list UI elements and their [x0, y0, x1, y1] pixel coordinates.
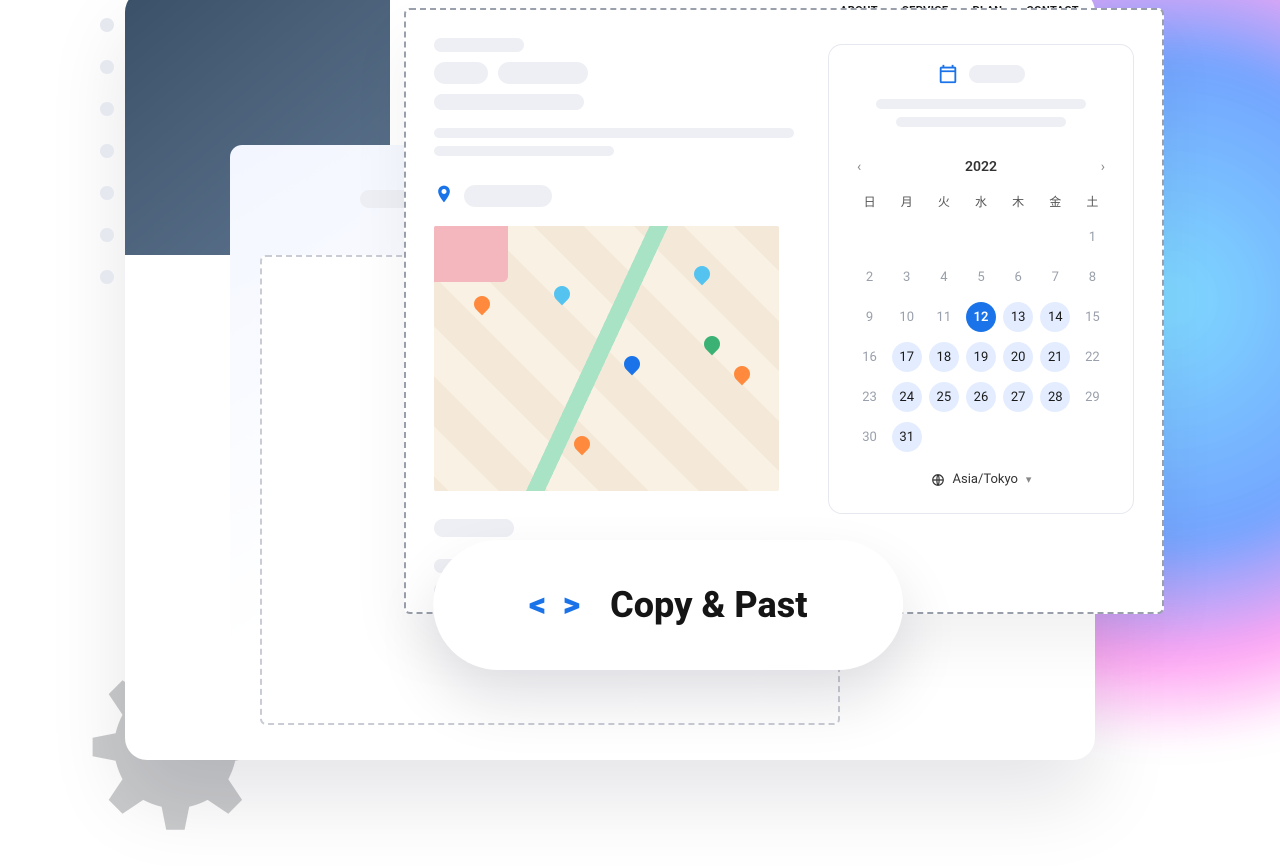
calendar-day-available[interactable]: 27 — [1000, 382, 1037, 412]
copy-paste-pill[interactable]: < > Copy & Past — [433, 540, 903, 670]
calendar-day: 6 — [1000, 262, 1037, 292]
dow-label: 金 — [1037, 193, 1074, 210]
timezone-selector[interactable]: Asia/Tokyo ▾ — [851, 472, 1111, 487]
calendar-icon — [937, 63, 959, 85]
calendar-day-available[interactable]: 24 — [888, 382, 925, 412]
calendar-day-available[interactable]: 21 — [1037, 342, 1074, 372]
tag-placeholder — [434, 62, 488, 84]
copy-paste-label: Copy & Past — [610, 584, 807, 626]
title-placeholder — [434, 38, 524, 52]
calendar-day-available[interactable]: 18 — [925, 342, 962, 372]
subtitle-placeholder — [434, 94, 584, 110]
calendar-subtitle-placeholder — [876, 99, 1086, 109]
globe-icon — [931, 473, 945, 487]
dow-label: 土 — [1074, 193, 1111, 210]
calendar-day: 2 — [851, 262, 888, 292]
dow-label: 水 — [962, 193, 999, 210]
calendar-grid: 1234567891011121314151617181920212223242… — [851, 222, 1111, 452]
calendar-day-available[interactable]: 28 — [1037, 382, 1074, 412]
calendar-day: 5 — [962, 262, 999, 292]
calendar-day-available[interactable]: 19 — [962, 342, 999, 372]
calendar-day — [1000, 222, 1037, 252]
calendar-day-of-week-row: 日月火水木金土 — [851, 193, 1111, 210]
timezone-label: Asia/Tokyo — [953, 472, 1018, 487]
dow-label: 日 — [851, 193, 888, 210]
calendar-day: 23 — [851, 382, 888, 412]
calendar-day — [962, 222, 999, 252]
calendar-day — [1037, 222, 1074, 252]
embed-card: ‹ 2022 › 日月火水木金土 12345678910111213141516… — [404, 8, 1164, 614]
calendar-day: 30 — [851, 422, 888, 452]
body-line-placeholder — [434, 128, 794, 138]
calendar-day — [925, 222, 962, 252]
dow-label: 火 — [925, 193, 962, 210]
footer-placeholder — [434, 519, 514, 537]
calendar-day-available[interactable]: 31 — [888, 422, 925, 452]
calendar-day: 8 — [1074, 262, 1111, 292]
calendar-day-available[interactable]: 17 — [888, 342, 925, 372]
calendar-day-selected[interactable]: 12 — [962, 302, 999, 332]
calendar-day-available[interactable]: 26 — [962, 382, 999, 412]
body-line-placeholder — [434, 146, 614, 156]
calendar-year-label: 2022 — [965, 159, 997, 175]
tag-placeholder — [498, 62, 588, 84]
calendar-day-available[interactable]: 13 — [1000, 302, 1037, 332]
calendar-day: 16 — [851, 342, 888, 372]
calendar-day — [888, 222, 925, 252]
calendar-day: 22 — [1074, 342, 1111, 372]
calendar-day: 3 — [888, 262, 925, 292]
calendar-title-placeholder — [969, 65, 1025, 83]
calendar-subtitle-placeholder — [896, 117, 1066, 127]
calendar-day-available[interactable]: 14 — [1037, 302, 1074, 332]
calendar-day — [851, 222, 888, 252]
calendar-day: 29 — [1074, 382, 1111, 412]
dow-label: 木 — [1000, 193, 1037, 210]
calendar-day-available[interactable]: 20 — [1000, 342, 1037, 372]
calendar-day: 10 — [888, 302, 925, 332]
calendar-day: 1 — [1074, 222, 1111, 252]
chevron-down-icon: ▾ — [1026, 473, 1032, 486]
calendar-prev-button[interactable]: ‹ — [851, 155, 867, 179]
calendar-day: 9 — [851, 302, 888, 332]
location-placeholder — [464, 185, 552, 207]
decorative-dots — [100, 18, 114, 312]
calendar-day: 4 — [925, 262, 962, 292]
calendar-day: 15 — [1074, 302, 1111, 332]
dow-label: 月 — [888, 193, 925, 210]
calendar-day-available[interactable]: 25 — [925, 382, 962, 412]
calendar-panel: ‹ 2022 › 日月火水木金土 12345678910111213141516… — [828, 44, 1134, 514]
calendar-day: 11 — [925, 302, 962, 332]
embedded-map[interactable] — [434, 226, 779, 491]
code-brackets-icon: < > — [529, 585, 584, 625]
calendar-day: 7 — [1037, 262, 1074, 292]
calendar-next-button[interactable]: › — [1095, 155, 1111, 179]
location-pin-icon — [434, 182, 454, 210]
